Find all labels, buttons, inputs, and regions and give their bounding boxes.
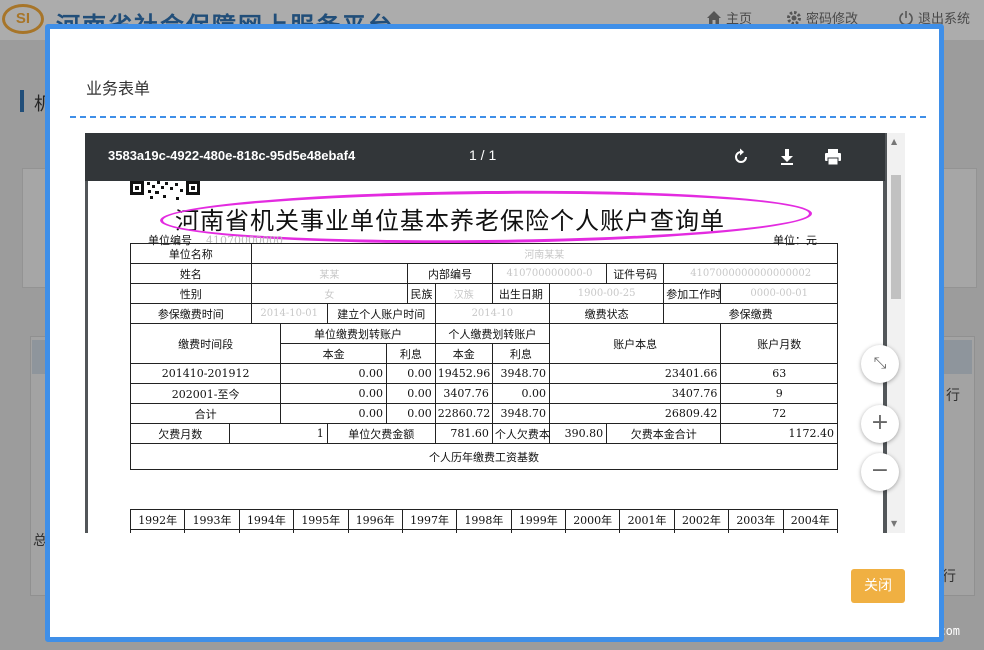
pdf-viewer[interactable]: 3583a19c-4922-480e-818c-95d5e48ebaf4 1 /… — [85, 133, 905, 533]
year-header-row: 1992年 1993年 1994年 1995年 1996年 1997年 1998年 1999年… — [129, 509, 838, 530]
modal-divider — [70, 116, 926, 118]
pdf-filename: 3583a19c-4922-480e-818c-95d5e48ebaf4 — [108, 148, 356, 163]
scroll-down-icon[interactable]: ▼ — [891, 519, 897, 528]
pdf-page: 河南省机关事业单位基本养老保险个人账户查询单 单位编号 41070000000 … — [88, 181, 883, 533]
year-cell: 1993年 — [184, 509, 240, 530]
period-row: 202001-至今 0.00 0.00 3407.76 0.00 3407.76… — [129, 383, 838, 404]
modal-title: 业务表单 — [86, 79, 151, 98]
fit-page-icon[interactable]: ⤡ — [861, 345, 899, 383]
year-cell: 1997年 — [401, 509, 458, 530]
account-table: 单位名称 河南某某 姓名 某某 内部编号 410700000000-0 证件号码… — [129, 243, 839, 470]
year-value-cell — [510, 529, 567, 533]
zoom-out-icon[interactable]: − — [861, 453, 899, 491]
year-value-cell — [184, 529, 240, 533]
year-cell: 2002年 — [673, 509, 730, 530]
year-value-row — [129, 529, 838, 533]
rotate-icon[interactable] — [731, 147, 751, 167]
year-value-cell — [238, 529, 295, 533]
year-cell: 1994年 — [238, 509, 295, 530]
year-value-cell — [619, 529, 675, 533]
period-row: 201410-201912 0.00 0.00 19452.96 3948.70… — [129, 363, 838, 384]
year-cell: 1999年 — [510, 509, 567, 530]
year-value-cell — [728, 529, 784, 533]
year-cell: 2003年 — [728, 509, 784, 530]
year-value-cell — [456, 529, 512, 533]
wage-base-table: 1992年 1993年 1994年 1995年 1996年 1997年 1998年 1999年… — [129, 509, 838, 533]
close-button[interactable]: 关闭 — [851, 569, 905, 603]
year-cell: 1996年 — [347, 509, 403, 530]
page-indicator: 1 / 1 — [469, 147, 497, 163]
zoom-in-icon[interactable]: + — [861, 405, 899, 443]
year-cell: 2000年 — [564, 509, 621, 530]
qr-code-icon — [130, 181, 200, 200]
year-value-cell — [401, 529, 458, 533]
year-cell: 1992年 — [129, 509, 186, 530]
scrollbar-thumb[interactable] — [891, 175, 901, 299]
year-value-cell — [347, 529, 403, 533]
total-row: 合计 0.00 0.00 22860.72 3948.70 26809.42 7… — [129, 403, 838, 424]
arrears-row: 欠费月数 1 单位欠费金额 781.60 个人欠费本金 390.80 欠费本金合… — [129, 423, 838, 444]
pdf-toolbar: 3583a19c-4922-480e-818c-95d5e48ebaf4 1 /… — [85, 133, 885, 181]
year-value-cell — [129, 529, 186, 533]
year-cell: 1995年 — [293, 509, 349, 530]
business-form-modal: 业务表单 3583a19c-4922-480e-818c-95d5e48ebaf… — [45, 24, 944, 642]
print-icon[interactable] — [823, 147, 843, 167]
year-value-cell — [293, 529, 349, 533]
year-value-cell — [564, 529, 621, 533]
download-icon[interactable] — [777, 147, 797, 167]
scroll-up-icon[interactable]: ▲ — [891, 137, 897, 146]
year-value-cell — [673, 529, 730, 533]
year-cell: 1998年 — [456, 509, 512, 530]
year-cell: 2004年 — [782, 509, 838, 530]
year-cell: 2001年 — [619, 509, 675, 530]
year-value-cell — [782, 529, 838, 533]
